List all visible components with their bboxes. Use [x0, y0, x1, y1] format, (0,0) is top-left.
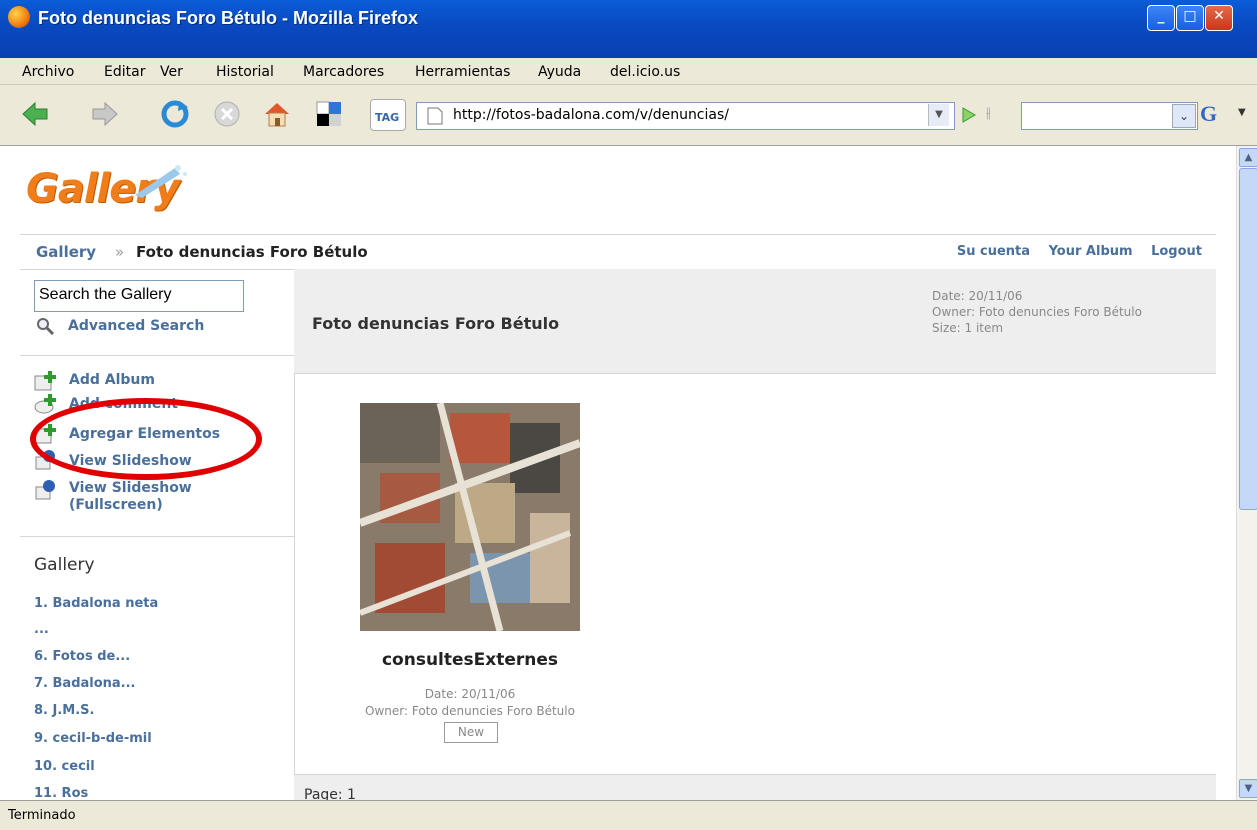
breadcrumb: Gallery » Foto denuncias Foro Bétulo Su … [20, 234, 1216, 270]
add-album-link[interactable]: Add Album [69, 372, 155, 388]
item-thumbnail[interactable] [360, 403, 580, 631]
page-icon [427, 107, 443, 125]
add-album-icon [34, 371, 56, 391]
toolbar-separator: ⫲ [986, 105, 991, 121]
slideshow-fullscreen-icon [35, 480, 55, 500]
google-search-icon[interactable]: G [1200, 101, 1217, 127]
album-meta: Date: 20/11/06 Owner: Foto denuncies For… [932, 288, 1172, 336]
url-bar[interactable]: http://fotos-badalona.com/v/denuncias/ [416, 102, 955, 130]
go-icon[interactable] [958, 105, 978, 125]
menu-herramientas[interactable]: Herramientas [415, 64, 510, 80]
maximize-button[interactable]: □ [1176, 5, 1204, 31]
magnifier-icon [37, 318, 54, 335]
scroll-down-button[interactable]: ▼ [1239, 779, 1257, 798]
delicious-icon[interactable] [314, 99, 344, 129]
gallery-logo-sparkle-icon [135, 165, 187, 198]
menu-ayuda[interactable]: Ayuda [538, 64, 581, 80]
user-links: Su cuenta Your Album Logout [943, 244, 1202, 259]
advanced-search-link[interactable]: Advanced Search [68, 318, 204, 334]
breadcrumb-root[interactable]: Gallery [36, 243, 96, 261]
breadcrumb-separator: » [115, 243, 125, 261]
album-link[interactable]: 8. J.M.S. [34, 703, 94, 718]
stop-icon[interactable] [212, 99, 242, 129]
sidebar-gallery-heading: Gallery [34, 555, 95, 575]
menu-editar[interactable]: Editar [104, 64, 145, 80]
window-titlebar: Foto denuncias Foro Bétulo - Mozilla Fir… [0, 0, 1257, 58]
album-size: Size: 1 item [932, 321, 1004, 335]
status-bar: Terminado [0, 800, 1257, 830]
item-owner: Owner: Foto denuncies Foro Bétulo [365, 704, 575, 718]
status-text: Terminado [8, 808, 76, 823]
album-link[interactable]: 7. Badalona... [34, 676, 136, 691]
logout-link[interactable]: Logout [1151, 244, 1202, 259]
scroll-thumb[interactable] [1239, 168, 1257, 510]
sidebar-divider [20, 355, 294, 356]
album-ellipsis: ... [34, 622, 49, 637]
sidebar: Search the Gallery Advanced Search Add A… [20, 269, 295, 800]
tag-button[interactable]: TAG [370, 99, 406, 131]
album-link[interactable]: 9. cecil-b-de-mil [34, 731, 152, 746]
home-icon[interactable] [262, 99, 292, 129]
item-date: Date: 20/11/06 [424, 687, 516, 701]
page-content: Gallery Gallery » Foto denuncias Foro Bé… [0, 146, 1236, 800]
back-arrow-icon[interactable] [20, 99, 50, 129]
menu-historial[interactable]: Historial [216, 64, 274, 80]
menu-bar: Archivo Editar Ver Historial Marcadores … [0, 58, 1257, 85]
page-label: Page: 1 [304, 787, 356, 800]
firefox-icon [8, 6, 30, 28]
forward-arrow-icon[interactable] [90, 99, 120, 129]
menu-archivo[interactable]: Archivo [22, 64, 74, 80]
gallery-search-input[interactable]: Search the Gallery [34, 280, 244, 312]
menu-ver[interactable]: Ver [160, 64, 183, 80]
album-link[interactable]: 11. Ros [34, 786, 88, 800]
your-album-link[interactable]: Your Album [1049, 244, 1133, 259]
album-link[interactable]: 10. cecil [34, 759, 95, 774]
search-dropdown-button[interactable]: ⌄ [1172, 104, 1196, 128]
vertical-scrollbar[interactable]: ▲ ▼ [1236, 146, 1257, 800]
scroll-up-button[interactable]: ▲ [1239, 148, 1257, 167]
minimize-button[interactable]: _ [1147, 5, 1175, 31]
your-account-link[interactable]: Su cuenta [957, 244, 1030, 259]
view-slideshow-fullscreen-link[interactable]: View Slideshow (Fullscreen) [69, 480, 219, 514]
window-title: Foto denuncias Foro Bétulo - Mozilla Fir… [38, 8, 419, 28]
pager: Page: 1 [294, 774, 1216, 800]
new-badge: New [444, 722, 498, 743]
url-text[interactable]: http://fotos-badalona.com/v/denuncias/ [453, 107, 729, 123]
breadcrumb-current: Foto denuncias Foro Bétulo [136, 243, 368, 261]
album-link[interactable]: 6. Fotos de... [34, 649, 130, 664]
sidebar-divider [20, 536, 294, 537]
album-title: Foto denuncias Foro Bétulo [312, 314, 560, 333]
album-link[interactable]: 1. Badalona neta [34, 596, 158, 611]
album-date: Date: 20/11/06 [932, 289, 1023, 303]
toolbar-overflow-icon[interactable]: ▼ [1238, 107, 1246, 118]
item-title[interactable]: consultesExternes [300, 650, 640, 670]
navigation-toolbar: TAG http://fotos-badalona.com/v/denuncia… [0, 85, 1257, 146]
menu-delicious[interactable]: del.icio.us [610, 64, 680, 80]
album-owner: Owner: Foto denuncies Foro Bétulo [932, 305, 1142, 319]
reload-icon[interactable] [160, 99, 190, 129]
menu-marcadores[interactable]: Marcadores [303, 64, 384, 80]
item-meta: Date: 20/11/06 Owner: Foto denuncies For… [300, 686, 640, 720]
close-button[interactable]: ✕ [1205, 5, 1233, 31]
url-dropdown-button[interactable]: ▼ [928, 104, 949, 126]
annotation-circle [30, 398, 262, 480]
album-header: Foto denuncias Foro Bétulo Date: 20/11/0… [294, 269, 1216, 374]
